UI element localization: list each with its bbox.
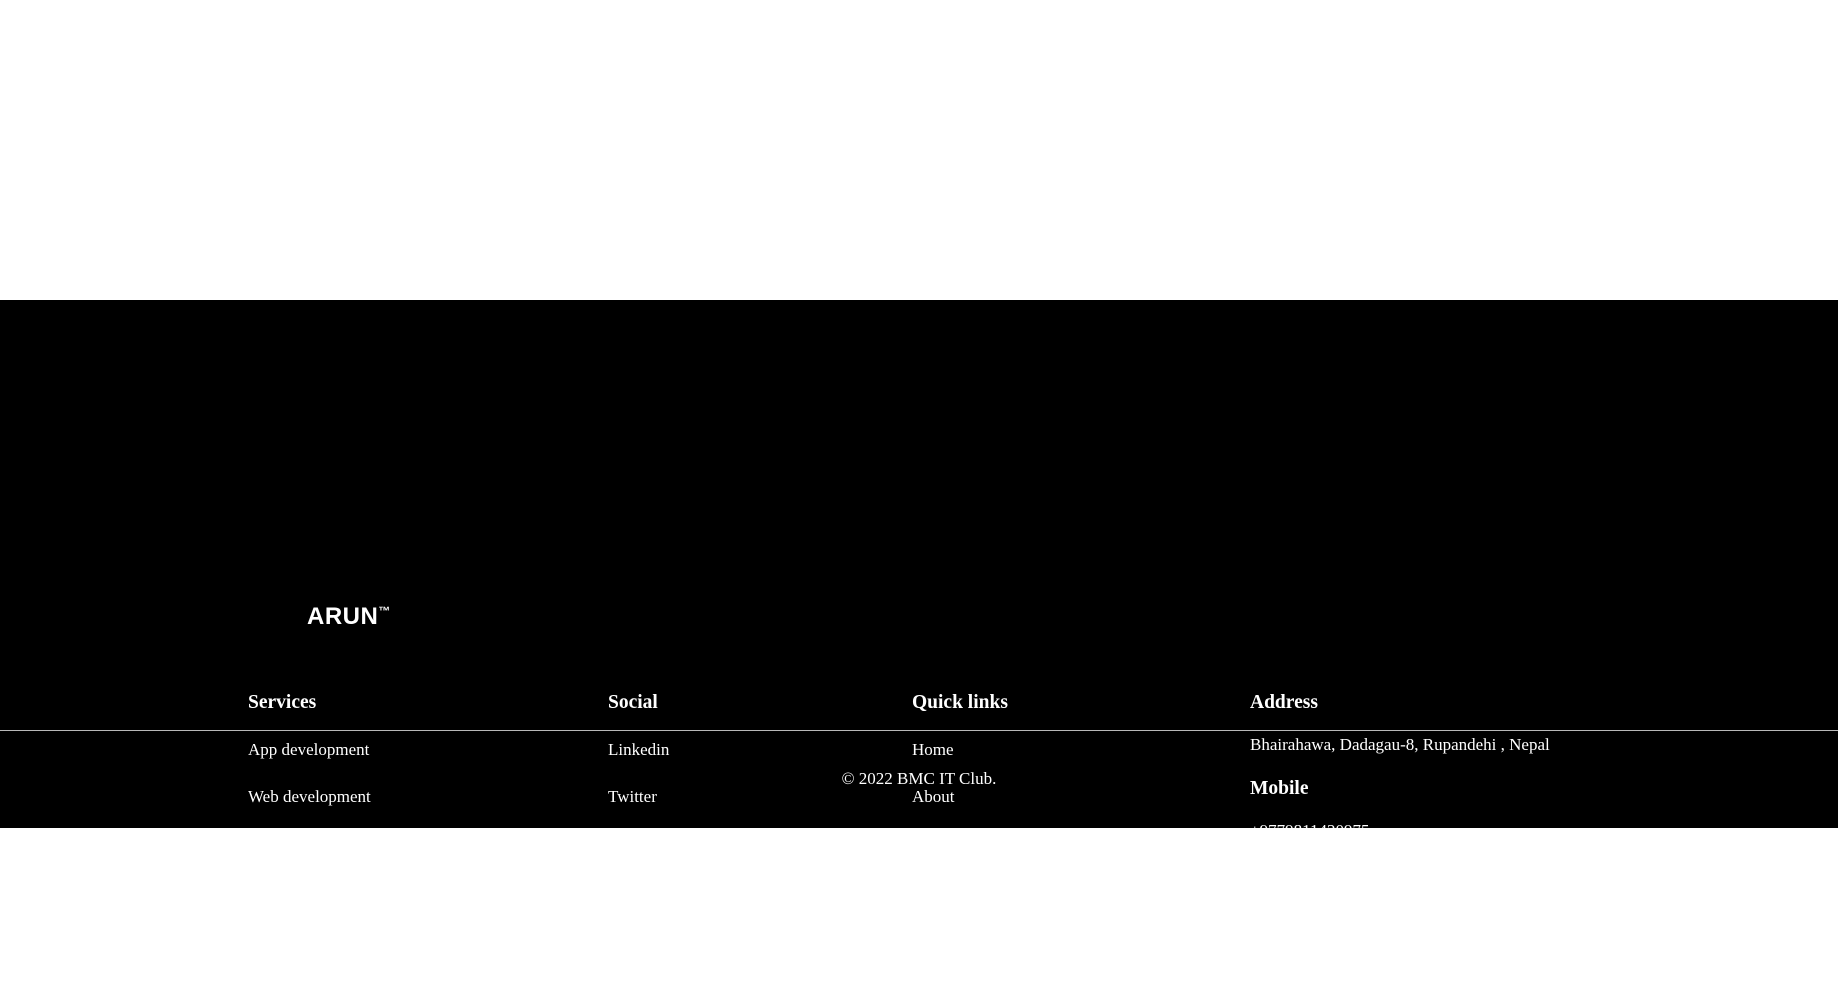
link-devops[interactable]: DevOps [248, 834, 304, 853]
link-blogs[interactable]: Blogs [912, 834, 952, 853]
list-item[interactable]: Blogs [912, 834, 1212, 854]
link-github[interactable]: Github [608, 834, 655, 853]
trademark-symbol: ™ [378, 604, 391, 618]
link-instagram[interactable]: Instagram [608, 928, 676, 947]
footer-column-heading-services: Services [248, 692, 317, 713]
list-item[interactable]: Facebook [608, 881, 888, 901]
list-item[interactable]: Contact [912, 881, 1212, 901]
contact-heading-email: Email [1250, 863, 1300, 885]
list-item[interactable]: Web designing [248, 881, 578, 901]
footer-column-heading-social: Social [608, 692, 658, 713]
footer-bottom-bar: © 2022 BMC IT Club. [0, 730, 1838, 828]
list-item[interactable]: DevOps [248, 834, 578, 854]
link-web-designing[interactable]: Web designing [248, 881, 349, 900]
link-facebook[interactable]: Facebook [608, 881, 674, 900]
list-item[interactable]: Instagram [608, 928, 888, 948]
site-footer: ARUN™ Services App development Web devel… [0, 300, 1838, 947]
contact-email-block: Email bmcitclub01@gmail.com [1250, 864, 1720, 928]
footer-column-heading-quick-links: Quick links [912, 692, 1008, 713]
link-contact[interactable]: Contact [912, 881, 965, 900]
copyright-text: © 2022 BMC IT Club. [841, 768, 997, 788]
brand-logo[interactable]: ARUN™ [307, 605, 390, 629]
brand-name: ARUN [307, 603, 379, 630]
contact-heading-address: Address [1250, 692, 1318, 713]
page-content-area [0, 0, 1838, 300]
contact-value-email[interactable]: bmcitclub01@gmail.com [1250, 907, 1720, 927]
list-item[interactable]: Github [608, 834, 888, 854]
